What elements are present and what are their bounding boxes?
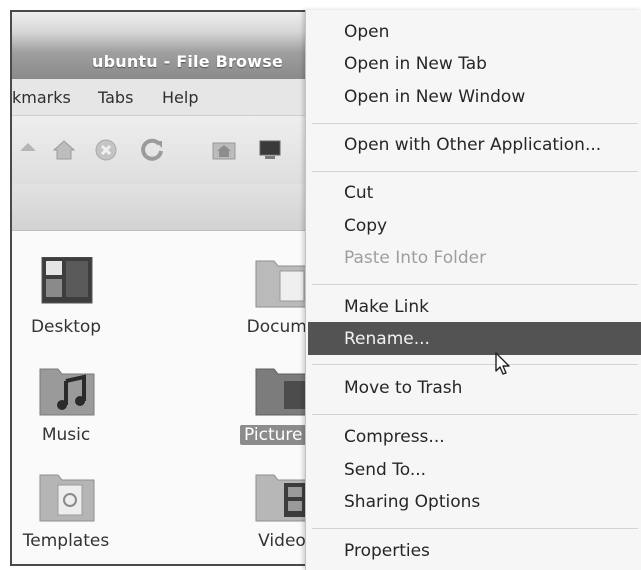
menu-separator	[312, 414, 638, 415]
context-menu: Open Open in New Tab Open in New Window …	[305, 10, 641, 570]
menu-item-cut[interactable]: Cut	[344, 183, 373, 203]
desktop-folder-icon	[41, 257, 93, 304]
home-icon[interactable]	[52, 138, 76, 162]
menu-separator	[312, 171, 638, 172]
menu-item-rename[interactable]: Rename...	[344, 329, 430, 349]
file-label-selected: Picture	[240, 425, 307, 445]
menu-help[interactable]: Help	[162, 88, 198, 107]
menu-item-paste-into-folder: Paste Into Folder	[344, 248, 487, 268]
menu-separator	[312, 528, 638, 529]
menu-item-move-to-trash[interactable]: Move to Trash	[344, 378, 462, 398]
menu-item-open-with[interactable]: Open with Other Application...	[344, 135, 601, 155]
screenshot-frame: ubuntu - File Browse kmarks Tabs Help De…	[0, 0, 641, 570]
menu-item-compress[interactable]: Compress...	[344, 427, 445, 447]
home-folder-icon[interactable]	[212, 138, 236, 162]
menu-separator	[312, 123, 638, 124]
reload-icon[interactable]	[140, 138, 164, 162]
menu-tabs[interactable]: Tabs	[98, 88, 133, 107]
menu-item-open-new-window[interactable]: Open in New Window	[344, 87, 525, 107]
menu-item-make-link[interactable]: Make Link	[344, 297, 429, 317]
menu-item-open[interactable]: Open	[344, 22, 389, 42]
menu-bookmarks[interactable]: kmarks	[12, 88, 71, 107]
file-label: Templates	[22, 531, 110, 551]
templates-folder-icon	[39, 474, 95, 522]
file-label: Desktop	[30, 317, 102, 337]
menu-separator	[312, 364, 638, 365]
menu-item-properties[interactable]: Properties	[344, 541, 430, 561]
stop-icon[interactable]	[94, 138, 118, 162]
mouse-pointer-icon	[495, 352, 510, 375]
menu-item-copy[interactable]: Copy	[344, 216, 387, 236]
window-title: ubuntu - File Browse	[92, 52, 283, 71]
menu-item-open-new-tab[interactable]: Open in New Tab	[344, 54, 487, 74]
menu-separator	[312, 284, 638, 285]
computer-icon[interactable]	[258, 138, 282, 162]
menu-item-send-to[interactable]: Send To...	[344, 460, 426, 480]
file-label: Music	[41, 425, 91, 445]
music-folder-icon	[39, 368, 95, 416]
menu-item-sharing-options[interactable]: Sharing Options	[344, 492, 480, 512]
up-arrow-icon[interactable]	[16, 138, 40, 162]
